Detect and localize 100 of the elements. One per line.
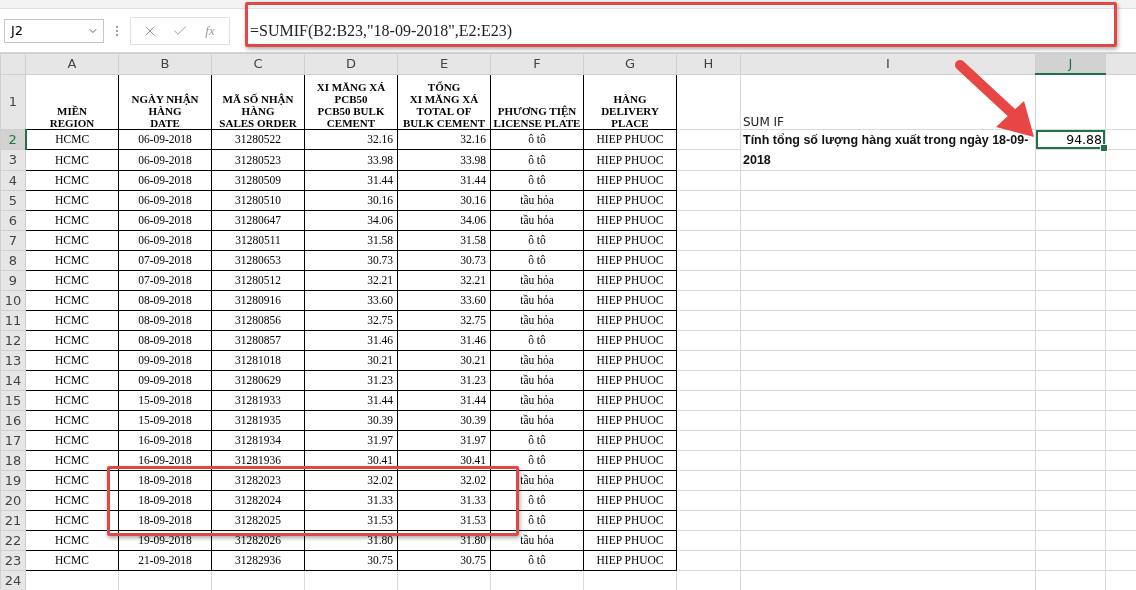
column-header[interactable]: I bbox=[740, 53, 1036, 74]
table-cell: HCMC bbox=[25, 370, 119, 390]
table-cell: 34.06 bbox=[397, 210, 491, 230]
table-cell: ô tô bbox=[490, 510, 584, 530]
column-header[interactable]: F bbox=[490, 53, 584, 74]
row-header[interactable]: 13 bbox=[0, 350, 26, 370]
table-cell: tầu hỏa bbox=[490, 350, 584, 370]
row-header[interactable]: 24 bbox=[0, 570, 26, 590]
table-cell: 31.53 bbox=[397, 510, 491, 530]
table-cell: 33.60 bbox=[397, 290, 491, 310]
row-header[interactable]: 22 bbox=[0, 530, 26, 550]
table-cell: 31.97 bbox=[304, 430, 398, 450]
table-cell: 33.98 bbox=[304, 149, 398, 170]
table-cell: 30.73 bbox=[397, 250, 491, 270]
table-cell: HCMC bbox=[25, 550, 119, 570]
row-header[interactable]: 6 bbox=[0, 210, 26, 230]
table-cell: 30.39 bbox=[397, 410, 491, 430]
table-cell: tầu hỏa bbox=[490, 210, 584, 230]
table-cell: HIEP PHUOC bbox=[583, 330, 677, 350]
table-cell: 32.75 bbox=[397, 310, 491, 330]
table-cell: tầu hỏa bbox=[490, 390, 584, 410]
row-header[interactable]: 11 bbox=[0, 310, 26, 330]
table-cell: 31.53 bbox=[304, 510, 398, 530]
table-cell: HIEP PHUOC bbox=[583, 550, 677, 570]
header-cell: MIỀN REGION bbox=[25, 74, 119, 129]
column-header[interactable]: G bbox=[583, 53, 677, 74]
row-header[interactable]: 18 bbox=[0, 450, 26, 470]
table-cell: HIEP PHUOC bbox=[583, 530, 677, 550]
table-cell: tầu hỏa bbox=[490, 310, 584, 330]
row-header[interactable]: 8 bbox=[0, 250, 26, 270]
table-cell: 31.46 bbox=[397, 330, 491, 350]
table-cell: 31.58 bbox=[397, 230, 491, 250]
row-header[interactable]: 23 bbox=[0, 550, 26, 570]
table-cell: 06-09-2018 bbox=[118, 149, 212, 170]
table-cell: 31.80 bbox=[397, 530, 491, 550]
table-cell: HIEP PHUOC bbox=[583, 510, 677, 530]
row-header[interactable]: 2 bbox=[0, 129, 26, 150]
row-header[interactable]: 17 bbox=[0, 430, 26, 450]
table-cell: 31280629 bbox=[211, 370, 305, 390]
row-header[interactable]: 12 bbox=[0, 330, 26, 350]
column-header[interactable]: B bbox=[118, 53, 212, 74]
header-cell: XI MĂNG XÁ PCB50 PCB50 BULK CEMENT bbox=[304, 74, 398, 129]
column-header[interactable]: D bbox=[304, 53, 398, 74]
column-header[interactable]: A bbox=[25, 53, 119, 74]
table-cell: HCMC bbox=[25, 510, 119, 530]
table-cell: HIEP PHUOC bbox=[583, 390, 677, 410]
row-header[interactable]: 5 bbox=[0, 190, 26, 210]
table-cell: HIEP PHUOC bbox=[583, 250, 677, 270]
row-header[interactable]: 15 bbox=[0, 390, 26, 410]
table-cell: ô tô bbox=[490, 550, 584, 570]
table-cell: 21-09-2018 bbox=[118, 550, 212, 570]
table-cell: 31.44 bbox=[304, 390, 398, 410]
table-cell: ô tô bbox=[490, 330, 584, 350]
table-cell: 31280509 bbox=[211, 170, 305, 190]
row-header[interactable]: 3 bbox=[0, 149, 26, 170]
fill-handle[interactable] bbox=[1100, 144, 1108, 152]
table-cell: 08-09-2018 bbox=[118, 330, 212, 350]
table-cell: HCMC bbox=[25, 230, 119, 250]
table-cell: 30.16 bbox=[397, 190, 491, 210]
column-header[interactable]: J bbox=[1035, 53, 1106, 74]
table-cell: tầu hỏa bbox=[490, 370, 584, 390]
header-cell: HÀNG DELIVERY PLACE bbox=[583, 74, 677, 129]
column-header[interactable]: C bbox=[211, 53, 305, 74]
column-header[interactable]: H bbox=[676, 53, 741, 74]
table-cell: 18-09-2018 bbox=[118, 510, 212, 530]
table-cell: HIEP PHUOC bbox=[583, 490, 677, 510]
header-cell: PHƯƠNG TIỆN LICENSE PLATE bbox=[490, 74, 584, 129]
row-header[interactable]: 10 bbox=[0, 290, 26, 310]
table-cell: 32.16 bbox=[397, 129, 491, 150]
table-cell: tầu hỏa bbox=[490, 530, 584, 550]
table-cell: tầu hỏa bbox=[490, 290, 584, 310]
table-cell: 31281018 bbox=[211, 350, 305, 370]
row-header[interactable]: 21 bbox=[0, 510, 26, 530]
table-cell: 31.44 bbox=[397, 170, 491, 190]
row-header[interactable]: 19 bbox=[0, 470, 26, 490]
row-header[interactable]: 16 bbox=[0, 410, 26, 430]
row-header[interactable]: 14 bbox=[0, 370, 26, 390]
table-cell: 31280857 bbox=[211, 330, 305, 350]
table-cell: 30.75 bbox=[304, 550, 398, 570]
table-cell: 31.58 bbox=[304, 230, 398, 250]
table-cell: 31.97 bbox=[397, 430, 491, 450]
table-cell: 30.16 bbox=[304, 190, 398, 210]
table-cell: HCMC bbox=[25, 210, 119, 230]
row-header[interactable]: 9 bbox=[0, 270, 26, 290]
table-cell: 31281933 bbox=[211, 390, 305, 410]
row-header[interactable]: 1 bbox=[0, 74, 26, 129]
row-header[interactable]: 7 bbox=[0, 230, 26, 250]
table-cell: ô tô bbox=[490, 170, 584, 190]
row-header[interactable]: 20 bbox=[0, 490, 26, 510]
name-box[interactable]: J2 bbox=[4, 18, 104, 43]
row-header[interactable]: 4 bbox=[0, 170, 26, 190]
table-cell: 31280512 bbox=[211, 270, 305, 290]
table-cell: 30.21 bbox=[304, 350, 398, 370]
table-cell: 31282025 bbox=[211, 510, 305, 530]
formula-field[interactable]: =SUMIF(B2:B23,"18-09-2018",E2:E23) bbox=[236, 17, 1136, 44]
table-cell: 30.73 bbox=[304, 250, 398, 270]
column-header[interactable]: E bbox=[397, 53, 491, 74]
result-cell[interactable]: 94.88 bbox=[1035, 129, 1106, 150]
table-cell: 31282936 bbox=[211, 550, 305, 570]
table-cell: 09-09-2018 bbox=[118, 350, 212, 370]
